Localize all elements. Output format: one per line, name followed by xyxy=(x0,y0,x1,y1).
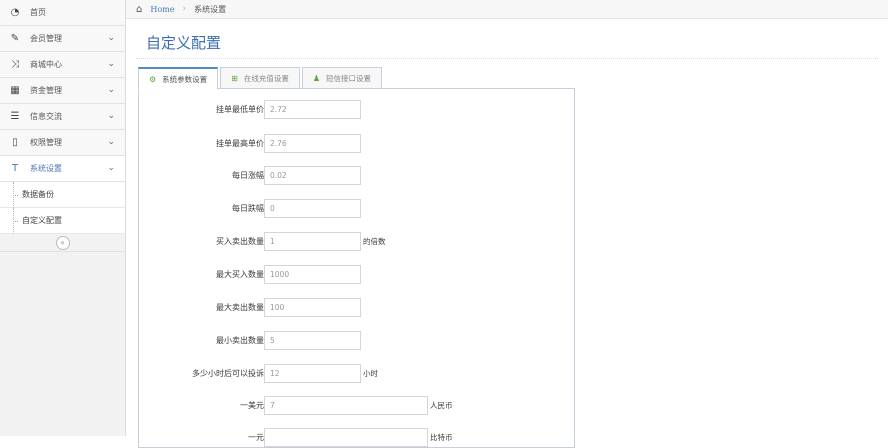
form-row-complaint-hours: 多少小时后可以投诉 小时 xyxy=(138,364,888,383)
list-icon: ☰ xyxy=(10,111,20,122)
breadcrumb: ⌂ Home › 系统设置 xyxy=(126,0,888,19)
page-title: 自定义配置 xyxy=(146,34,222,52)
field-suffix: 的倍数 xyxy=(363,237,386,246)
shuffle-icon: ⤨ xyxy=(11,59,19,70)
sidebar-item-mall-center[interactable]: ⤨ 商城中心 ⌄ xyxy=(0,52,125,78)
field-label: 一美元 xyxy=(240,401,264,410)
form-row-daily-rise: 每日涨幅 xyxy=(138,166,888,185)
form-row-max-sell-quantity: 最大卖出数量 xyxy=(138,298,888,317)
form-row-daily-fall: 每日跌幅 xyxy=(138,199,888,218)
chevron-down-icon: ⌄ xyxy=(107,33,115,43)
user-icon: ♟ xyxy=(312,73,321,83)
field-label: 每日跌幅 xyxy=(232,204,264,213)
tab-label: 短信接口设置 xyxy=(326,73,372,83)
btc-rate-input[interactable] xyxy=(264,428,428,447)
daily-fall-input[interactable] xyxy=(264,199,361,218)
trade-quantity-input[interactable] xyxy=(264,232,361,251)
sidebar-item-permissions[interactable]: ▯ 权限管理 ⌄ xyxy=(0,130,125,156)
field-suffix: 人民币 xyxy=(430,401,453,410)
sidebar-subitem-custom-config[interactable]: 自定义配置 xyxy=(0,208,125,234)
chevron-down-icon: ⌄ xyxy=(107,163,115,173)
field-label: 最小卖出数量 xyxy=(216,336,264,345)
sidebar-item-home[interactable]: ◔ 首页 xyxy=(0,0,125,26)
sidebar-item-label: 首页 xyxy=(30,8,46,17)
sidebar-item-fund-management[interactable]: ▦ 资金管理 ⌄ xyxy=(0,78,125,104)
max-buy-quantity-input[interactable] xyxy=(264,265,361,284)
sidebar-collapse-bar: « xyxy=(0,234,125,252)
tab-system-parameters[interactable]: ⚙ 系统参数设置 xyxy=(138,67,219,90)
tachometer-icon: ◔ xyxy=(10,7,20,18)
form-row-max-buy-quantity: 最大买入数量 xyxy=(138,265,888,284)
sidebar-item-member-management[interactable]: ✎ 会员管理 ⌄ xyxy=(0,26,125,52)
sidebar: ◔ 首页 ✎ 会员管理 ⌄ ⤨ 商城中心 ⌄ ▦ 资金管理 ⌄ ☰ 信息交流 ⌄… xyxy=(0,0,126,436)
max-order-price-input[interactable] xyxy=(264,134,361,153)
tab-label: 在线充值设置 xyxy=(243,73,289,83)
field-label: 最大买入数量 xyxy=(216,270,264,279)
tab-online-recharge[interactable]: ⊞ 在线充值设置 xyxy=(220,67,300,89)
settings-tabs: ⚙ 系统参数设置 ⊞ 在线充值设置 ♟ 短信接口设置 xyxy=(138,67,384,90)
sidebar-subitem-label: 自定义配置 xyxy=(22,216,62,225)
sidebar-item-messages[interactable]: ☰ 信息交流 ⌄ xyxy=(0,104,125,130)
tab-label: 系统参数设置 xyxy=(162,74,208,84)
breadcrumb-current: 系统设置 xyxy=(194,4,227,14)
breadcrumb-home-link[interactable]: Home xyxy=(150,5,174,14)
sidebar-subitem-label: 数据备份 xyxy=(22,190,54,199)
field-label: 最大卖出数量 xyxy=(216,303,264,312)
chevron-down-icon: ⌄ xyxy=(107,111,115,121)
min-order-price-input[interactable] xyxy=(264,100,361,119)
form-row-min-sell-quantity: 最小卖出数量 xyxy=(138,331,888,350)
form-row-min-order-price: 挂单最低单价 xyxy=(138,100,888,119)
plus-square-icon: ⊞ xyxy=(231,73,238,83)
form-row-usd-rate: 一美元 人民币 xyxy=(138,396,888,415)
form-row-max-order-price: 挂单最高单价 xyxy=(138,134,888,153)
field-label: 每日涨幅 xyxy=(232,171,264,180)
max-sell-quantity-input[interactable] xyxy=(264,298,361,317)
collapse-sidebar-button[interactable]: « xyxy=(55,235,70,250)
cogs-icon: ⚙ xyxy=(149,74,157,84)
min-sell-quantity-input[interactable] xyxy=(264,331,361,350)
field-label: 挂单最高单价 xyxy=(216,139,264,148)
file-icon: ▯ xyxy=(12,137,18,148)
complaint-hours-input[interactable] xyxy=(264,364,361,383)
field-label: 买入卖出数量 xyxy=(216,237,264,246)
field-label: 挂单最低单价 xyxy=(216,105,264,114)
text-width-icon: T xyxy=(11,163,19,174)
field-suffix: 小时 xyxy=(363,369,378,378)
field-label: 一元 xyxy=(248,433,264,442)
sidebar-item-system-settings[interactable]: T 系统设置 ⌄ xyxy=(0,156,125,182)
field-label: 多少小时后可以投诉 xyxy=(192,369,264,378)
edit-icon: ✎ xyxy=(10,33,20,44)
sidebar-subitem-data-backup[interactable]: 数据备份 xyxy=(0,182,125,208)
chevron-down-icon: ⌄ xyxy=(107,59,115,69)
form-row-btc-rate: 一元 比特币 xyxy=(138,428,888,447)
form-row-trade-quantity: 买入卖出数量 的倍数 xyxy=(138,232,888,251)
chevron-down-icon: ⌄ xyxy=(107,85,115,95)
chevron-down-icon: ⌄ xyxy=(107,137,115,147)
home-icon: ⌂ xyxy=(136,3,143,15)
tab-sms-interface[interactable]: ♟ 短信接口设置 xyxy=(301,67,383,89)
usd-rate-input[interactable] xyxy=(264,396,428,415)
calendar-icon: ▦ xyxy=(10,85,20,96)
title-divider xyxy=(136,58,878,59)
field-suffix: 比特币 xyxy=(430,433,453,442)
double-chevron-left-icon: « xyxy=(60,238,65,247)
breadcrumb-separator: › xyxy=(182,4,187,14)
daily-rise-input[interactable] xyxy=(264,166,361,185)
